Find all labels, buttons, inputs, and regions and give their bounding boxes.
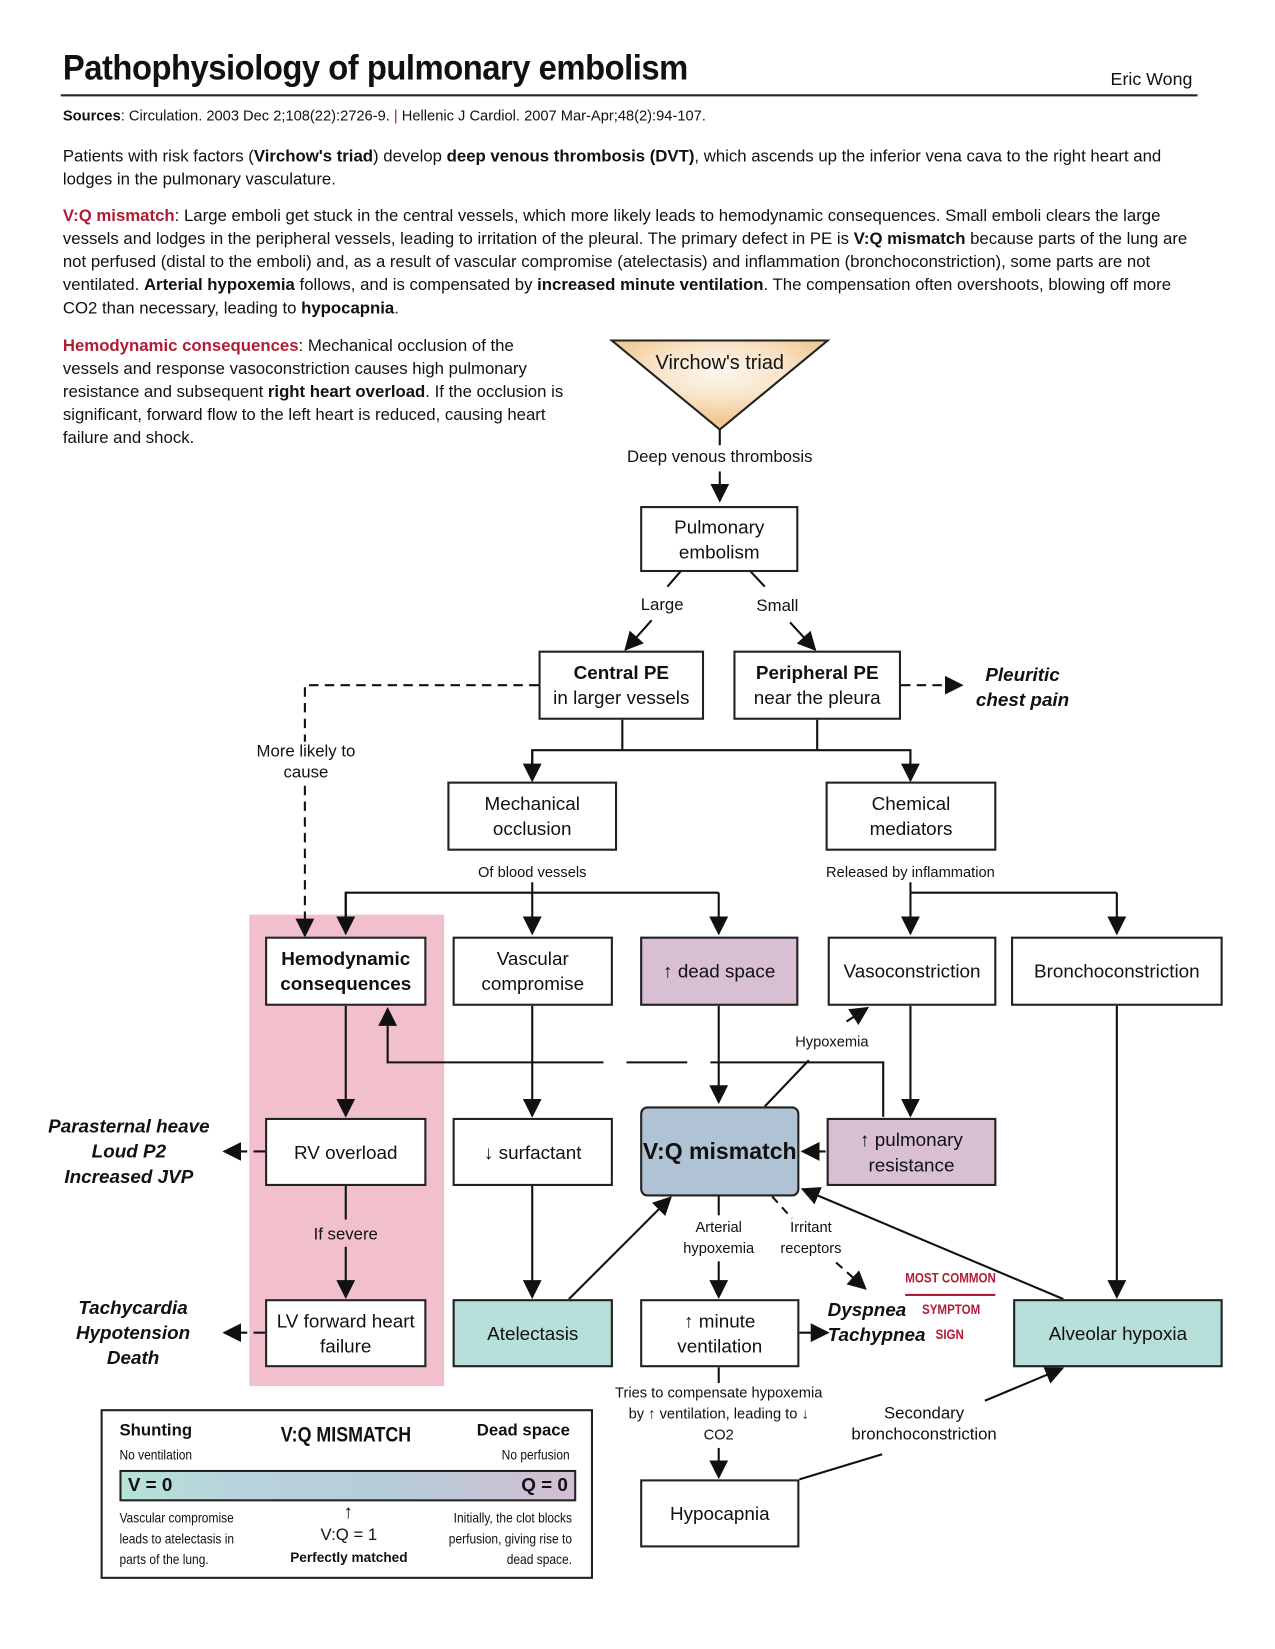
sign-parasternal-heave: Parasternal heave bbox=[48, 1115, 210, 1137]
q-zero: Q = 0 bbox=[521, 1474, 568, 1496]
secondary-bronchoconstriction-label: Secondary bronchoconstriction bbox=[851, 1404, 997, 1444]
virchow-triad-label: Virchow's triad bbox=[655, 352, 784, 375]
node-vascular-compromise: Vascular compromise bbox=[452, 936, 613, 1006]
node-pulmonary-embolism: Pulmonary embolism bbox=[640, 506, 799, 573]
legend-shunting: Shunting bbox=[119, 1421, 193, 1440]
dvt-label: Deep venous thrombosis bbox=[627, 448, 813, 467]
sign-increased-jvp: Increased JVP bbox=[64, 1166, 194, 1188]
node-vq-mismatch: V:Q mismatch bbox=[640, 1106, 800, 1197]
tachypnea-label: Tachypnea bbox=[827, 1324, 926, 1346]
pleuritic-line2: chest pain bbox=[975, 689, 1070, 711]
sign-death: Death bbox=[106, 1347, 160, 1369]
hypoxemia-label: Hypoxemia bbox=[795, 1033, 869, 1050]
node-mechanical-occlusion: Mechanical occlusion bbox=[447, 781, 618, 851]
node-peripheral-pe: Peripheral PE near the pleura bbox=[733, 650, 902, 720]
node-lv-heart-failure: LV forward heart failure bbox=[265, 1299, 427, 1368]
node-dead-space: ↑ dead space bbox=[640, 936, 799, 1006]
arterial-hypoxemia-label: Arterial hypoxemia bbox=[683, 1218, 755, 1257]
node-alveolar-hypoxia: Alveolar hypoxia bbox=[1013, 1299, 1223, 1368]
irritant-receptors-label: Irritant receptors bbox=[780, 1218, 842, 1257]
node-vasoconstriction: Vasoconstriction bbox=[827, 936, 997, 1006]
vq-legend: Shunting No ventilation V:Q MISMATCH Dea… bbox=[100, 1409, 593, 1579]
node-hemodynamic-consequences: Hemodynamic consequences bbox=[265, 936, 427, 1006]
node-bronchoconstriction: Bronchoconstriction bbox=[1011, 936, 1223, 1006]
up-arrow-icon: ↑ bbox=[343, 1501, 354, 1523]
legend-dead-space: Dead space bbox=[476, 1421, 570, 1440]
vq-gradient-bar: V = 0 Q = 0 bbox=[119, 1469, 577, 1502]
sign-hypotension: Hypotension bbox=[75, 1322, 191, 1344]
sign-tachycardia: Tachycardia bbox=[78, 1297, 188, 1319]
most-common-tag: MOST COMMON bbox=[905, 1269, 996, 1286]
of-blood-vessels-label: Of blood vessels bbox=[460, 861, 604, 883]
large-label: Large bbox=[640, 596, 684, 614]
node-chemical-mediators: Chemical mediators bbox=[825, 781, 997, 851]
peripheral-pe-sub: near the pleura bbox=[753, 687, 881, 709]
node-surfactant: ↓ surfactant bbox=[452, 1117, 613, 1186]
legend-right-note: Initially, the clot blocks perfusion, gi… bbox=[448, 1509, 573, 1568]
pleuritic-line1: Pleuritic bbox=[985, 664, 1060, 686]
legend-vq-one: V:Q = 1 bbox=[320, 1526, 378, 1545]
sign-tag: SIGN bbox=[935, 1326, 964, 1343]
small-label: Small bbox=[756, 597, 799, 615]
peripheral-pe-title: Peripheral PE bbox=[755, 662, 879, 684]
legend-no-ventilation: No ventilation bbox=[119, 1446, 193, 1463]
legend-left-note: Vascular compromise leads to atelectasis… bbox=[119, 1509, 235, 1568]
v-zero: V = 0 bbox=[127, 1474, 173, 1496]
symptom-tag: SYMPTOM bbox=[921, 1301, 981, 1317]
central-pe-title: Central PE bbox=[573, 662, 669, 684]
node-atelectasis: Atelectasis bbox=[452, 1299, 613, 1368]
legend-no-perfusion: No perfusion bbox=[501, 1446, 570, 1463]
node-central-pe: Central PE in larger vessels bbox=[538, 650, 705, 720]
node-hypocapnia: Hypocapnia bbox=[640, 1479, 800, 1548]
more-likely-label: More likely to cause bbox=[247, 741, 365, 784]
legend-title: V:Q MISMATCH bbox=[280, 1423, 412, 1447]
diagram-page: Pathophysiology of pulmonary embolism Er… bbox=[0, 0, 1275, 1649]
compensate-label: Tries to compensate hypoxemia by ↑ venti… bbox=[615, 1384, 823, 1443]
lv-signs: Tachycardia Hypotension Death bbox=[63, 1295, 203, 1370]
rv-signs: Parasternal heave Loud P2 Increased JVP bbox=[42, 1114, 216, 1189]
pleuritic-chest-pain: Pleuritic chest pain bbox=[966, 662, 1079, 712]
central-pe-sub: in larger vessels bbox=[553, 687, 690, 709]
legend-perfectly-matched: Perfectly matched bbox=[290, 1549, 408, 1566]
node-pulmonary-resistance: ↑ pulmonary resistance bbox=[826, 1117, 997, 1186]
released-label: Released by inflammation bbox=[813, 861, 1008, 883]
dyspnea-label: Dyspnea bbox=[827, 1299, 907, 1321]
sign-loud-p2: Loud P2 bbox=[91, 1140, 167, 1162]
if-severe-label: If severe bbox=[313, 1225, 378, 1244]
node-rv-overload: RV overload bbox=[265, 1117, 427, 1186]
node-minute-ventilation: ↑ minute ventilation bbox=[640, 1299, 800, 1368]
